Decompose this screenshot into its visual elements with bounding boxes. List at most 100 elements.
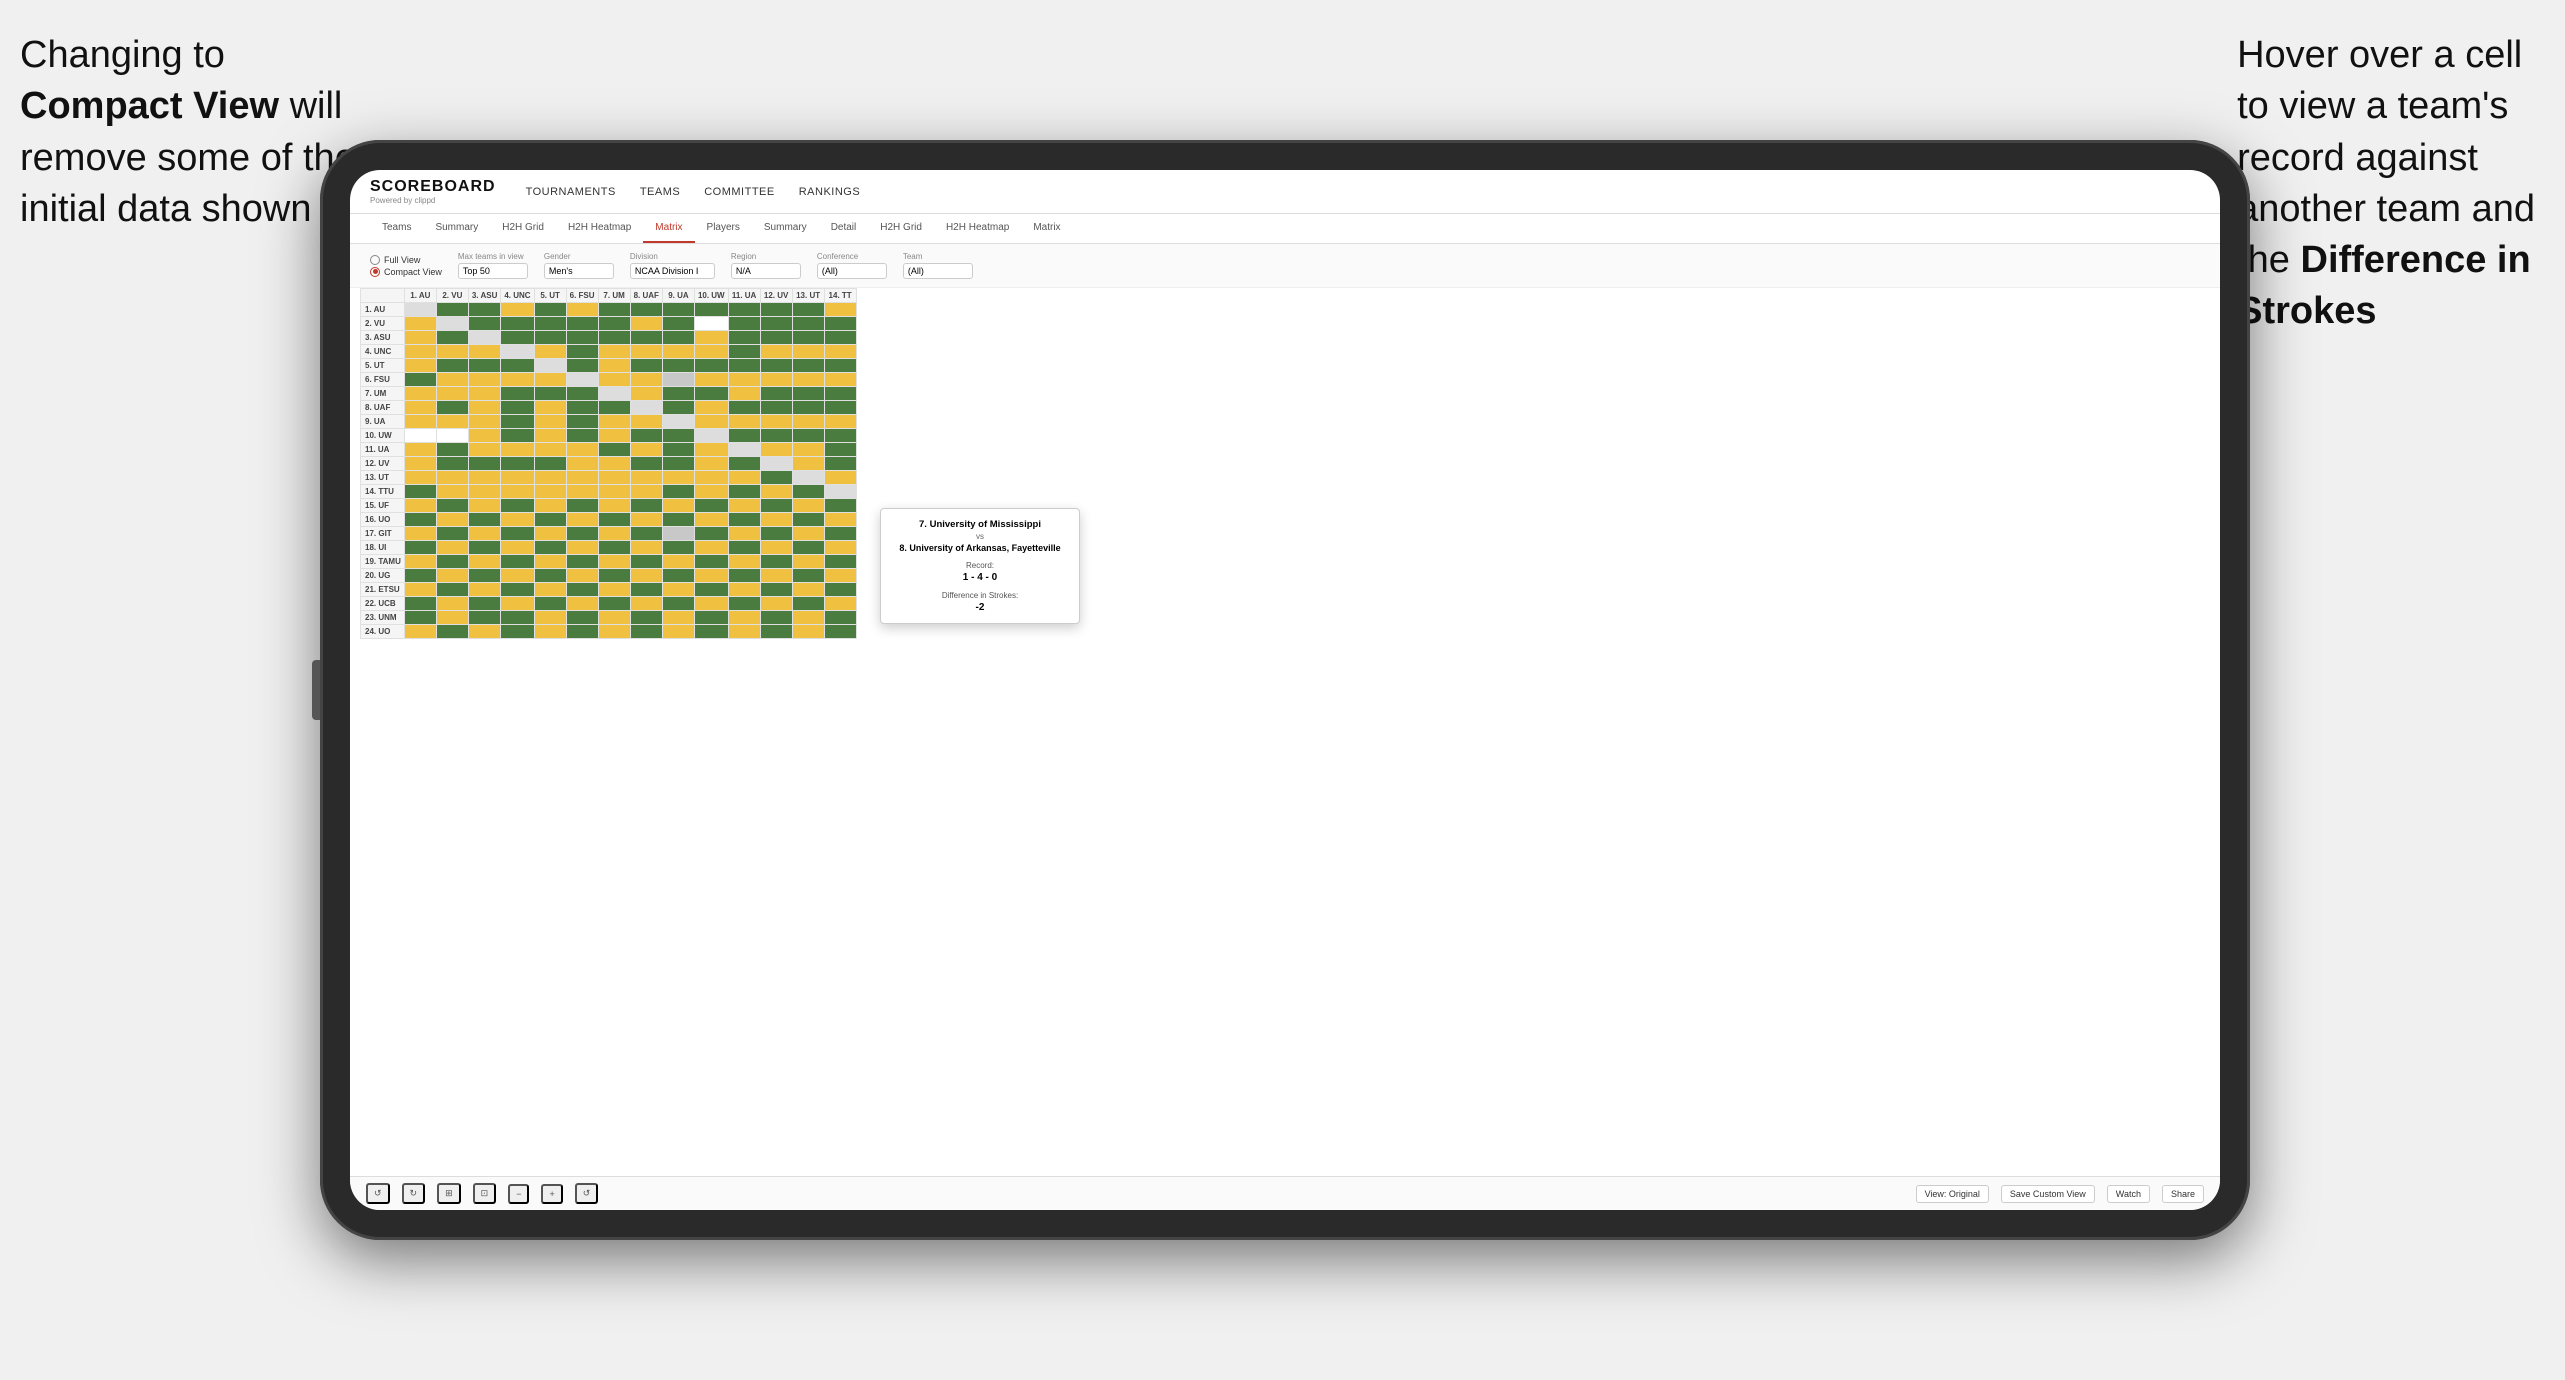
matrix-cell[interactable] [694, 359, 728, 373]
matrix-cell[interactable] [694, 345, 728, 359]
matrix-cell[interactable] [824, 583, 856, 597]
matrix-cell[interactable] [760, 611, 792, 625]
matrix-cell[interactable] [436, 485, 468, 499]
matrix-cell[interactable] [534, 401, 566, 415]
matrix-cell[interactable] [824, 555, 856, 569]
matrix-cell[interactable] [468, 331, 501, 345]
matrix-cell[interactable] [824, 499, 856, 513]
matrix-cell[interactable] [468, 415, 501, 429]
matrix-cell[interactable] [630, 443, 662, 457]
matrix-cell[interactable] [792, 457, 824, 471]
matrix-cell[interactable] [566, 513, 598, 527]
matrix-cell[interactable] [792, 513, 824, 527]
nav-committee[interactable]: COMMITTEE [704, 182, 775, 202]
matrix-cell[interactable] [534, 387, 566, 401]
matrix-cell[interactable] [534, 457, 566, 471]
matrix-cell[interactable] [566, 569, 598, 583]
matrix-cell[interactable] [792, 359, 824, 373]
matrix-cell[interactable] [566, 457, 598, 471]
matrix-cell[interactable] [598, 583, 630, 597]
matrix-cell[interactable] [598, 597, 630, 611]
matrix-cell[interactable] [566, 499, 598, 513]
matrix-cell[interactable] [436, 373, 468, 387]
matrix-cell[interactable] [404, 373, 436, 387]
matrix-cell[interactable] [566, 597, 598, 611]
matrix-cell[interactable] [404, 527, 436, 541]
matrix-cell[interactable] [404, 597, 436, 611]
matrix-cell[interactable] [662, 401, 694, 415]
matrix-cell[interactable] [760, 429, 792, 443]
matrix-cell[interactable] [694, 485, 728, 499]
matrix-cell[interactable] [468, 597, 501, 611]
matrix-cell[interactable] [792, 443, 824, 457]
matrix-cell[interactable] [792, 345, 824, 359]
matrix-cell[interactable] [630, 471, 662, 485]
matrix-cell[interactable] [566, 471, 598, 485]
matrix-cell[interactable] [534, 303, 566, 317]
matrix-cell[interactable] [404, 625, 436, 639]
matrix-cell[interactable] [728, 471, 760, 485]
matrix-cell[interactable] [728, 583, 760, 597]
matrix-cell[interactable] [501, 611, 534, 625]
matrix-cell[interactable] [436, 527, 468, 541]
matrix-cell[interactable] [404, 401, 436, 415]
matrix-cell[interactable] [662, 443, 694, 457]
matrix-cell[interactable] [534, 569, 566, 583]
matrix-cell[interactable] [404, 359, 436, 373]
save-custom-button[interactable]: Save Custom View [2001, 1185, 2095, 1203]
matrix-cell[interactable] [630, 611, 662, 625]
matrix-cell[interactable] [468, 457, 501, 471]
matrix-cell[interactable] [566, 359, 598, 373]
matrix-cell[interactable] [662, 387, 694, 401]
matrix-cell[interactable] [534, 373, 566, 387]
matrix-cell[interactable] [566, 583, 598, 597]
nav-tournaments[interactable]: TOURNAMENTS [526, 182, 616, 202]
matrix-cell[interactable] [566, 485, 598, 499]
matrix-cell[interactable] [728, 303, 760, 317]
full-view-option[interactable]: Full View [370, 255, 442, 265]
matrix-cell[interactable] [468, 541, 501, 555]
matrix-cell[interactable] [662, 569, 694, 583]
matrix-cell[interactable] [468, 443, 501, 457]
matrix-cell[interactable] [662, 317, 694, 331]
matrix-cell[interactable] [792, 471, 824, 485]
matrix-cell[interactable] [824, 457, 856, 471]
matrix-cell[interactable] [436, 569, 468, 583]
matrix-cell[interactable] [598, 499, 630, 513]
matrix-cell[interactable] [792, 611, 824, 625]
matrix-cell[interactable] [436, 471, 468, 485]
matrix-cell[interactable] [728, 625, 760, 639]
matrix-cell[interactable] [501, 569, 534, 583]
matrix-cell[interactable] [760, 317, 792, 331]
matrix-cell[interactable] [824, 527, 856, 541]
matrix-cell[interactable] [792, 555, 824, 569]
matrix-cell[interactable] [824, 513, 856, 527]
matrix-cell[interactable] [534, 583, 566, 597]
matrix-cell[interactable] [404, 429, 436, 443]
matrix-cell[interactable] [566, 303, 598, 317]
matrix-cell[interactable] [468, 317, 501, 331]
matrix-cell[interactable] [694, 387, 728, 401]
matrix-cell[interactable] [501, 485, 534, 499]
matrix-cell[interactable] [694, 471, 728, 485]
matrix-cell[interactable] [824, 429, 856, 443]
matrix-cell[interactable] [566, 443, 598, 457]
matrix-cell[interactable] [468, 303, 501, 317]
matrix-cell[interactable] [566, 541, 598, 555]
matrix-cell[interactable] [468, 625, 501, 639]
matrix-cell[interactable] [630, 541, 662, 555]
matrix-cell[interactable] [728, 555, 760, 569]
matrix-cell[interactable] [662, 373, 694, 387]
matrix-cell[interactable] [566, 555, 598, 569]
matrix-container[interactable]: 1. AU 2. VU 3. ASU 4. UNC 5. UT 6. FSU 7… [350, 288, 2220, 1176]
matrix-cell[interactable] [468, 345, 501, 359]
matrix-cell[interactable] [404, 415, 436, 429]
matrix-cell[interactable] [760, 555, 792, 569]
matrix-cell[interactable] [534, 345, 566, 359]
matrix-cell[interactable] [662, 429, 694, 443]
matrix-cell[interactable] [760, 597, 792, 611]
matrix-cell[interactable] [694, 317, 728, 331]
matrix-cell[interactable] [824, 471, 856, 485]
matrix-cell[interactable] [694, 457, 728, 471]
matrix-cell[interactable] [534, 555, 566, 569]
